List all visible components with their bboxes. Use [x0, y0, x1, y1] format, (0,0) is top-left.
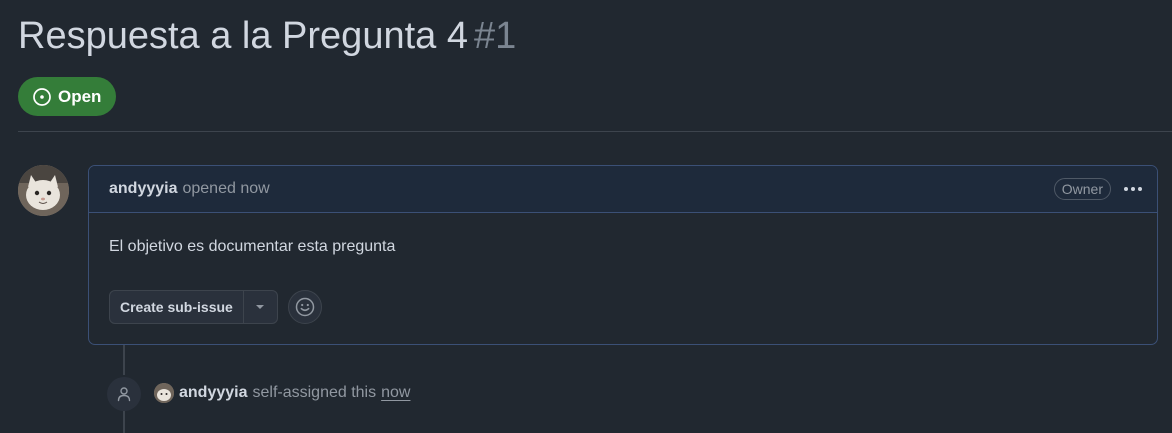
comment-actions: Create sub-issue: [109, 290, 322, 324]
event-timestamp-link[interactable]: now: [381, 384, 410, 402]
timeline-event-self-assigned: andyyyia self-assigned this now: [154, 383, 410, 403]
timeline-connector: [123, 345, 125, 375]
comment-author-link[interactable]: andyyyia: [109, 180, 177, 198]
issue-title-text: Respuesta a la Pregunta 4: [18, 15, 468, 57]
comment-header: andyyyia opened now Owner: [89, 166, 1157, 213]
avatar[interactable]: [18, 165, 69, 216]
event-author-link[interactable]: andyyyia: [179, 384, 247, 402]
caret-down-icon: [256, 305, 265, 309]
owner-badge: Owner: [1053, 178, 1111, 200]
issue-number: #1: [473, 15, 517, 57]
comment-body: El objetivo es documentar esta pregunta: [89, 213, 1157, 258]
person-icon: [107, 377, 141, 411]
event-avatar[interactable]: [154, 383, 174, 403]
issue-opened-icon: [32, 87, 52, 107]
timeline-connector-bottom: [123, 411, 125, 433]
comment-options-kebab-icon[interactable]: [1123, 186, 1143, 192]
issue-comment: andyyyia opened now Owner El objetivo es…: [88, 165, 1158, 345]
issue-state-label: Open: [58, 86, 102, 106]
issue-page: Respuesta a la Pregunta 4 #1 Open andyyyi…: [0, 0, 1172, 433]
smiley-icon: [295, 297, 315, 317]
header-divider: [18, 131, 1172, 132]
comment-body-text: El objetivo es documentar esta pregunta: [109, 238, 396, 255]
event-action-text: self-assigned this: [252, 384, 377, 401]
issue-state-badge: Open: [18, 77, 117, 116]
create-sub-issue-split-button: Create sub-issue: [109, 290, 278, 324]
create-sub-issue-dropdown-toggle[interactable]: [244, 291, 277, 323]
comment-timestamp[interactable]: opened now: [182, 180, 269, 198]
add-reaction-button[interactable]: [287, 290, 322, 324]
create-sub-issue-button[interactable]: Create sub-issue: [110, 291, 244, 323]
issue-title: Respuesta a la Pregunta 4 #1: [18, 14, 516, 58]
